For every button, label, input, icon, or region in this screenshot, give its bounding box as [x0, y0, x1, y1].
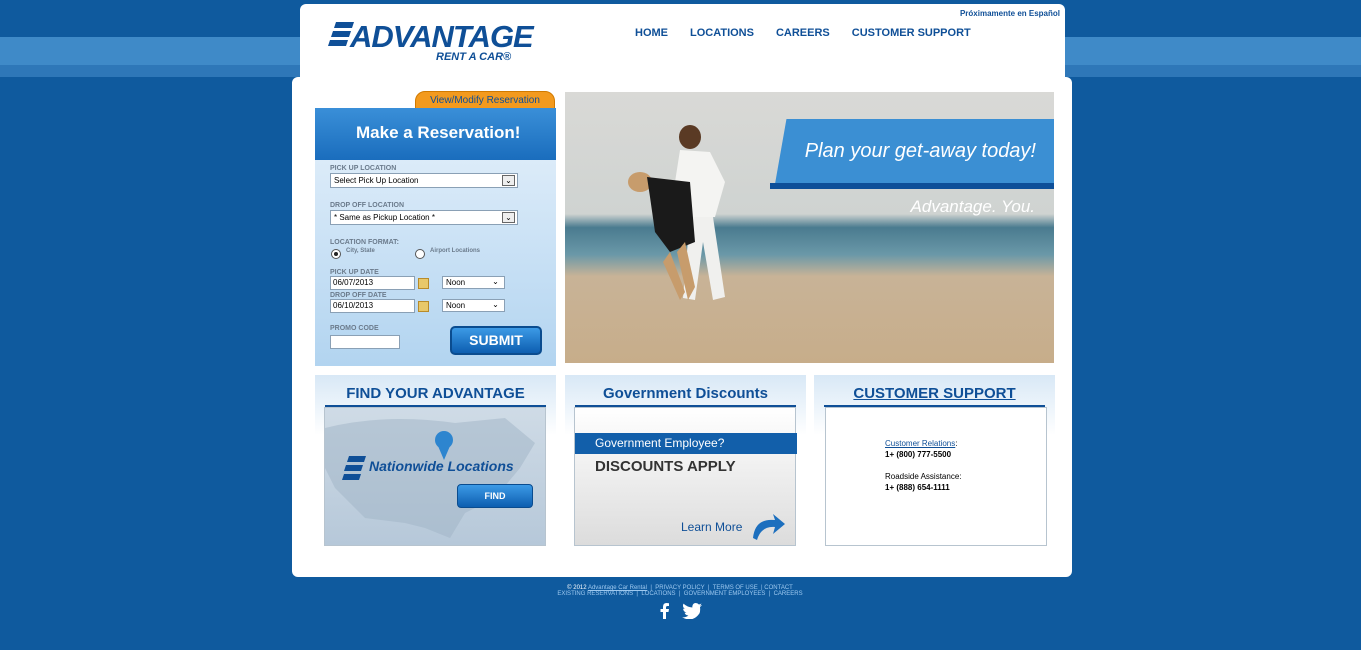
spanish-link[interactable]: Próximamente en Español: [960, 9, 1060, 18]
main-nav: HOME LOCATIONS CAREERS CUSTOMER SUPPORT: [635, 27, 971, 39]
dropoff-location-select[interactable]: * Same as Pickup Location * ⌄: [330, 210, 518, 225]
nav-careers[interactable]: CAREERS: [776, 27, 830, 39]
nav-home[interactable]: HOME: [635, 27, 668, 39]
chevron-down-icon: ⌄: [492, 300, 499, 309]
footer-government-employees[interactable]: GOVERNMENT EMPLOYEES: [684, 591, 766, 597]
pickup-location-value: Select Pick Up Location: [334, 176, 419, 185]
support-panel-title[interactable]: CUSTOMER SUPPORT: [814, 385, 1055, 402]
dropoff-location-label: DROP OFF LOCATION: [330, 202, 405, 209]
hero-banner[interactable]: Plan your get-away today! Advantage. You…: [565, 92, 1054, 363]
pickup-time-select[interactable]: Noon ⌄: [442, 276, 505, 289]
advantage-logo[interactable]: ADVANTAGE RENT A CAR®: [328, 20, 534, 64]
dropoff-time-value: Noon: [446, 301, 466, 310]
dropoff-time-select[interactable]: Noon ⌄: [442, 299, 505, 312]
find-button[interactable]: FIND: [457, 484, 533, 508]
discounts-apply-text: DISCOUNTS APPLY: [595, 458, 736, 475]
radio-airport-label: Airport Locations: [430, 248, 481, 254]
radio-airport[interactable]: [415, 249, 425, 259]
chevron-down-icon: ⌄: [502, 212, 515, 223]
customer-relations-phone: 1+ (800) 777-5500: [885, 450, 952, 459]
reservation-title: Make a Reservation!: [356, 123, 521, 142]
radio-city-state[interactable]: [331, 249, 341, 259]
nationwide-map[interactable]: Nationwide Locations FIND: [324, 407, 546, 546]
support-text: Customer Relations: 1+ (800) 777-5500 Ro…: [885, 439, 962, 492]
calendar-icon[interactable]: [418, 278, 429, 289]
chevron-down-icon: ⌄: [492, 277, 499, 286]
customer-relations-link[interactable]: Customer Relations: [885, 439, 955, 448]
roadside-label: Roadside Assistance:: [885, 472, 962, 481]
gov-employee-strip: Government Employee?: [575, 433, 797, 454]
calendar-icon[interactable]: [418, 301, 429, 312]
facebook-icon[interactable]: [660, 603, 670, 619]
dropoff-location-value: * Same as Pickup Location *: [334, 213, 435, 222]
dropoff-date-input[interactable]: 06/10/2013: [330, 299, 415, 313]
radio-city-state-label: City, State: [346, 248, 375, 254]
pickup-time-value: Noon: [446, 278, 466, 287]
couple-dancing-image: [628, 125, 725, 300]
hero-banner-underline: [770, 183, 1054, 189]
site-header: ADVANTAGE RENT A CAR® Próximamente en Es…: [300, 4, 1065, 84]
submit-button[interactable]: SUBMIT: [450, 326, 542, 355]
gov-promo[interactable]: Government Employee? DISCOUNTS APPLY Lea…: [574, 407, 797, 546]
customer-support-panel: CUSTOMER SUPPORT Customer Relations: 1+ …: [814, 375, 1055, 547]
logo-subtitle: RENT A CAR®: [436, 51, 512, 63]
pickup-location-select[interactable]: Select Pick Up Location ⌄: [330, 173, 518, 188]
location-format-label: LOCATION FORMAT:: [330, 239, 399, 246]
gov-panel-title: Government Discounts: [602, 385, 769, 402]
footer-careers[interactable]: CAREERS: [774, 591, 803, 597]
advantage-stripes-icon: [342, 456, 366, 480]
promo-code-label: PROMO CODE: [330, 325, 379, 332]
dropoff-date-label: DROP OFF DATE: [330, 292, 387, 299]
hero-title: Plan your get-away today!: [804, 140, 1036, 162]
pickup-location-label: PICK UP LOCATION: [330, 165, 397, 172]
nav-locations[interactable]: LOCATIONS: [690, 27, 754, 39]
chevron-down-icon: ⌄: [502, 175, 515, 186]
twitter-icon[interactable]: [682, 603, 702, 619]
hero-tagline: Advantage. You.: [910, 197, 1035, 216]
footer-locations[interactable]: LOCATIONS: [641, 591, 675, 597]
nationwide-locations-text: Nationwide Locations: [369, 458, 514, 474]
footer: © 2012 Advantage Car Rental | PRIVACY PO…: [557, 585, 803, 597]
find-your-advantage-panel: FIND YOUR ADVANTAGE Nationwide Locations…: [315, 375, 556, 547]
social-links: [660, 603, 702, 619]
logo-word: ADVANTAGE: [350, 19, 534, 54]
government-discounts-panel: Government Discounts Government Employee…: [565, 375, 806, 547]
main-content: View/Modify Reservation Make a Reservati…: [292, 77, 1072, 577]
learn-more-link[interactable]: Learn More: [681, 520, 742, 534]
arrow-circle-icon: [753, 514, 785, 540]
reservation-form: Make a Reservation! PICK UP LOCATION Sel…: [315, 108, 556, 366]
support-contacts: Customer Relations: 1+ (800) 777-5500 Ro…: [825, 407, 1047, 546]
reservation-header: Make a Reservation!: [315, 108, 556, 160]
pickup-date-label: PICK UP DATE: [330, 269, 379, 276]
find-panel-title: FIND YOUR ADVANTAGE: [346, 385, 525, 402]
footer-existing-reservations[interactable]: EXISTING RESERVATIONS: [557, 591, 633, 597]
pickup-date-input[interactable]: 06/07/2013: [330, 276, 415, 290]
nav-customer-support[interactable]: CUSTOMER SUPPORT: [852, 27, 971, 39]
view-modify-reservation-tab[interactable]: View/Modify Reservation: [415, 91, 555, 109]
roadside-phone: 1+ (888) 654-1111: [885, 483, 950, 492]
promo-code-input[interactable]: [330, 335, 400, 349]
